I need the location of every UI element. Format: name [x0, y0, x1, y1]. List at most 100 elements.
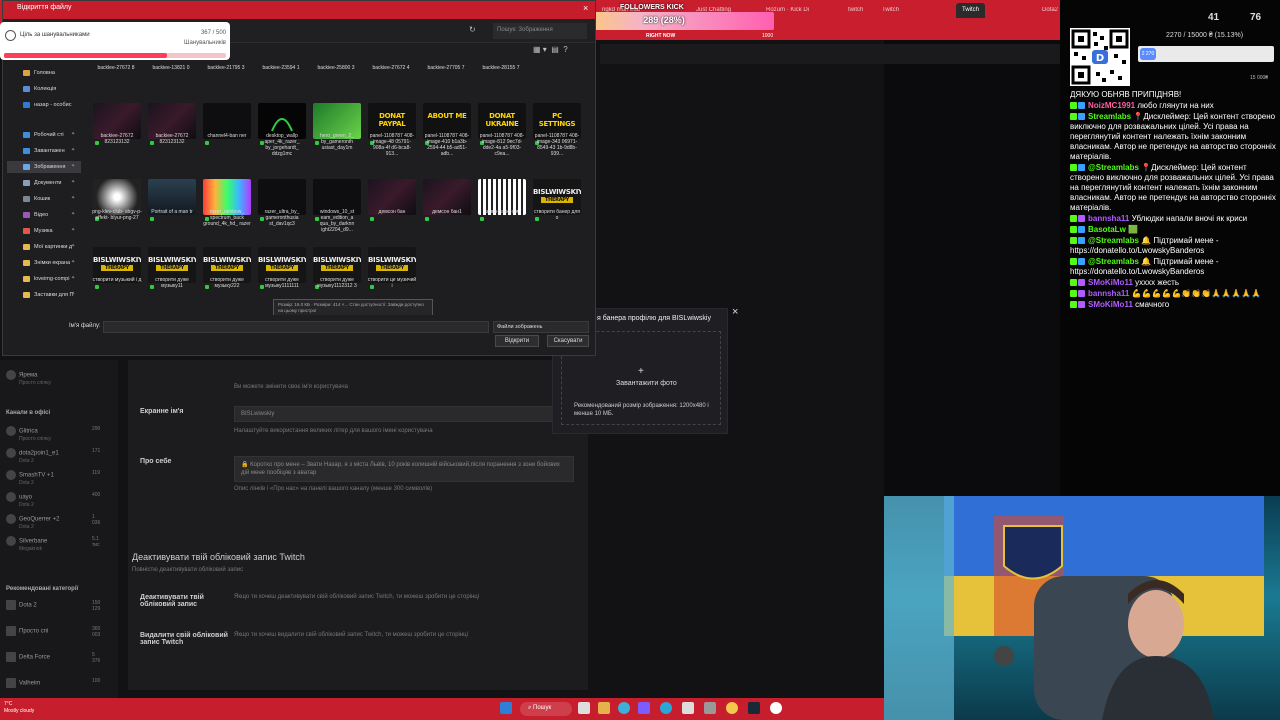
telegram-icon[interactable] — [660, 702, 672, 714]
sidebar-item[interactable]: Робочий сті ✦ — [7, 129, 81, 141]
recommended-category[interactable]: Valheim 100 — [6, 678, 100, 688]
chat-username[interactable]: bannsha11 — [1088, 214, 1129, 223]
sidebar-item[interactable]: Колекція — [7, 83, 81, 95]
file-label[interactable]: backiee-23594 1 — [256, 65, 306, 71]
browser-tab[interactable]: twitch — [842, 3, 869, 18]
file-label[interactable]: створити це музичий і — [367, 277, 417, 289]
filename-input[interactable] — [103, 321, 489, 333]
chat-username[interactable]: @Streamlabs — [1088, 236, 1139, 245]
file-type-select[interactable]: Файли зображень — [493, 321, 589, 333]
file-label[interactable]: backlee-27672 8 — [91, 65, 141, 71]
chat-username[interactable]: Streamlabs — [1088, 112, 1131, 121]
app-icon[interactable] — [638, 702, 650, 714]
file-label[interactable]: panel-1108787 408-image-410 b1a3b-2594-4… — [422, 133, 472, 157]
sidebar-item[interactable]: Мої картинки д ✦ — [7, 241, 81, 253]
file-label[interactable]: channel4-ban ner — [202, 133, 252, 139]
sidebar-channel[interactable]: Silverbane Megaknok 5.1 тис — [6, 536, 100, 552]
search-input[interactable]: Пошук: Зображення — [493, 23, 587, 39]
file-label[interactable]: backiee-27672 4 — [366, 65, 416, 71]
file-label[interactable]: backlee-28155 7 — [476, 65, 526, 71]
file-label[interactable]: panel-1108787 408-image-343 06971-8549-4… — [532, 133, 582, 157]
sidebar-channel[interactable]: SmashTV +1 Dota 2 119 — [6, 470, 100, 486]
sidebar-item[interactable]: Кошик ✦ — [7, 193, 81, 205]
address-bar[interactable] — [600, 44, 1060, 64]
file-label[interactable]: backiee-27672 823123132 — [92, 133, 142, 145]
file-label[interactable]: завантаження — [477, 209, 527, 215]
file-label[interactable]: створити дуже музыку11 — [147, 277, 197, 289]
file-label[interactable]: panel-1108787 408-image-48 05791-908a-4f… — [367, 133, 417, 157]
file-label[interactable]: razer_rainbow_ spectrum_back ground_4k_h… — [202, 209, 252, 227]
app-icon[interactable] — [704, 702, 716, 714]
file-label[interactable]: desktop_wallp aper_4k_razer_ by_jorgehar… — [257, 133, 307, 157]
chat-username[interactable]: SMoKiMo11 — [1088, 278, 1133, 287]
close-icon[interactable]: × — [583, 3, 588, 13]
chat-username[interactable]: BasotaLw — [1088, 225, 1126, 234]
upload-photo-button[interactable]: Завантажити фото — [616, 380, 677, 387]
sidebar-item[interactable]: loveimg-compi ✦ — [7, 273, 81, 285]
file-label[interactable]: backlee-21795 3 — [201, 65, 251, 71]
file-label[interactable]: hero_green_2_ by_gameronth usiast_day1m — [312, 133, 362, 151]
browser-tab[interactable]: Twitch — [956, 3, 986, 18]
chat-username[interactable]: @Streamlabs — [1088, 163, 1139, 172]
file-label[interactable]: backiee-27705 7 — [421, 65, 471, 71]
sidebar-item[interactable]: Документи ✦ — [7, 177, 81, 189]
recommended-category[interactable]: Delta Force 5 376 — [6, 652, 100, 664]
file-label[interactable]: razer_ultra_by_ gameronthusia st_dav1qc3 — [257, 209, 307, 227]
sidebar-channel[interactable]: GeoQuerrer +2 Dota 2 1 036 — [6, 514, 100, 530]
sidebar-item[interactable]: Знімки екрана ✦ — [7, 257, 81, 269]
sidebar-channel[interactable]: Glitrica Просто спілку 290 — [6, 426, 100, 442]
sidebar-item[interactable]: Головна — [7, 67, 81, 79]
edge-icon[interactable] — [618, 702, 630, 714]
chat-username[interactable]: SMoKiMo11 — [1088, 300, 1133, 309]
file-label[interactable]: створити дуже музыку1112312 3 — [312, 277, 362, 289]
file-label[interactable]: backiee-25800 3 — [311, 65, 361, 71]
task-view-icon[interactable] — [578, 702, 590, 714]
sidebar-channel[interactable]: Ярема Просто спілку — [6, 370, 51, 386]
file-label[interactable]: Portrait of a man tr — [147, 209, 197, 215]
obs-icon[interactable] — [770, 702, 782, 714]
sidebar-item[interactable]: назар - особис — [7, 99, 81, 111]
sidebar-item[interactable]: Завантажен ✦ — [7, 145, 81, 157]
channel-category: Просто спілку — [19, 436, 52, 442]
sidebar-channel[interactable]: uayo Dota 2 400 — [6, 492, 100, 508]
chat-username[interactable]: @Streamlabs — [1088, 257, 1139, 266]
chrome-icon[interactable] — [726, 702, 738, 714]
file-label[interactable]: демсон бан1 — [422, 209, 472, 215]
browser-tab[interactable]: Twitch — [876, 3, 905, 18]
file-label[interactable]: backiee-13821 0 — [146, 65, 196, 71]
banner-text: BISLWIWSKIY — [368, 256, 416, 264]
avatar — [6, 426, 16, 436]
open-button[interactable]: Відкрити — [495, 335, 539, 347]
file-label[interactable]: panel-1108787 408-image-812 9ec7d-dde2-4… — [477, 133, 527, 157]
file-label[interactable]: створити банер для о — [532, 209, 582, 221]
channel-category: Megaknok — [19, 546, 43, 552]
recommended-category[interactable]: Dota 2 150 129 — [6, 600, 100, 612]
file-label[interactable]: створити музыкий і д — [92, 277, 142, 283]
refresh-icon[interactable]: ↻ — [469, 25, 476, 34]
app-icon[interactable] — [682, 702, 694, 714]
bio-input[interactable]: 🔒 Коротко про мене – Звати Назар, я з мі… — [234, 456, 574, 482]
chat-username[interactable]: bannsha11 — [1088, 289, 1129, 298]
close-icon[interactable]: × — [732, 306, 738, 318]
file-label[interactable]: створити дуже музыку1111111 — [257, 277, 307, 289]
sidebar-item[interactable]: Зображення ✦ — [7, 161, 81, 173]
taskbar-search[interactable]: ⌕ Пошук — [520, 702, 572, 716]
file-label[interactable]: backiee-27672 823123132 — [147, 133, 197, 145]
recommended-category[interactable]: Просто спі 360 003 — [6, 626, 100, 638]
file-label[interactable]: windows_10_st eam_edition_a qua_by_darkn… — [312, 209, 362, 233]
sidebar-item[interactable]: Заставки для П ✦ — [7, 289, 81, 301]
file-label[interactable]: png-klev-club- sbgv-p-effekt- blyur-png-… — [92, 209, 142, 221]
chat-username[interactable]: NoizMC1991 — [1088, 101, 1135, 110]
cancel-button[interactable]: Скасувати — [547, 335, 589, 347]
file-explorer-icon[interactable] — [598, 702, 610, 714]
sidebar-channel[interactable]: dota2poin1_e1 Dota 2 171 — [6, 448, 100, 464]
view-options-icon[interactable]: ▦ ▾ ▤ ? — [533, 45, 568, 54]
display-name-input[interactable]: BISLwiwskiy — [234, 406, 574, 422]
sidebar-item[interactable]: Відео ✦ — [7, 209, 81, 221]
weather-widget[interactable]: 7°C Mostly cloudy — [4, 701, 34, 715]
steam-icon[interactable] — [748, 702, 760, 714]
sidebar-item[interactable]: Музика ✦ — [7, 225, 81, 237]
windows-start-icon[interactable] — [500, 702, 512, 714]
file-label[interactable]: демсон бан — [367, 209, 417, 215]
file-label[interactable]: створити дуже музыку222 — [202, 277, 252, 289]
